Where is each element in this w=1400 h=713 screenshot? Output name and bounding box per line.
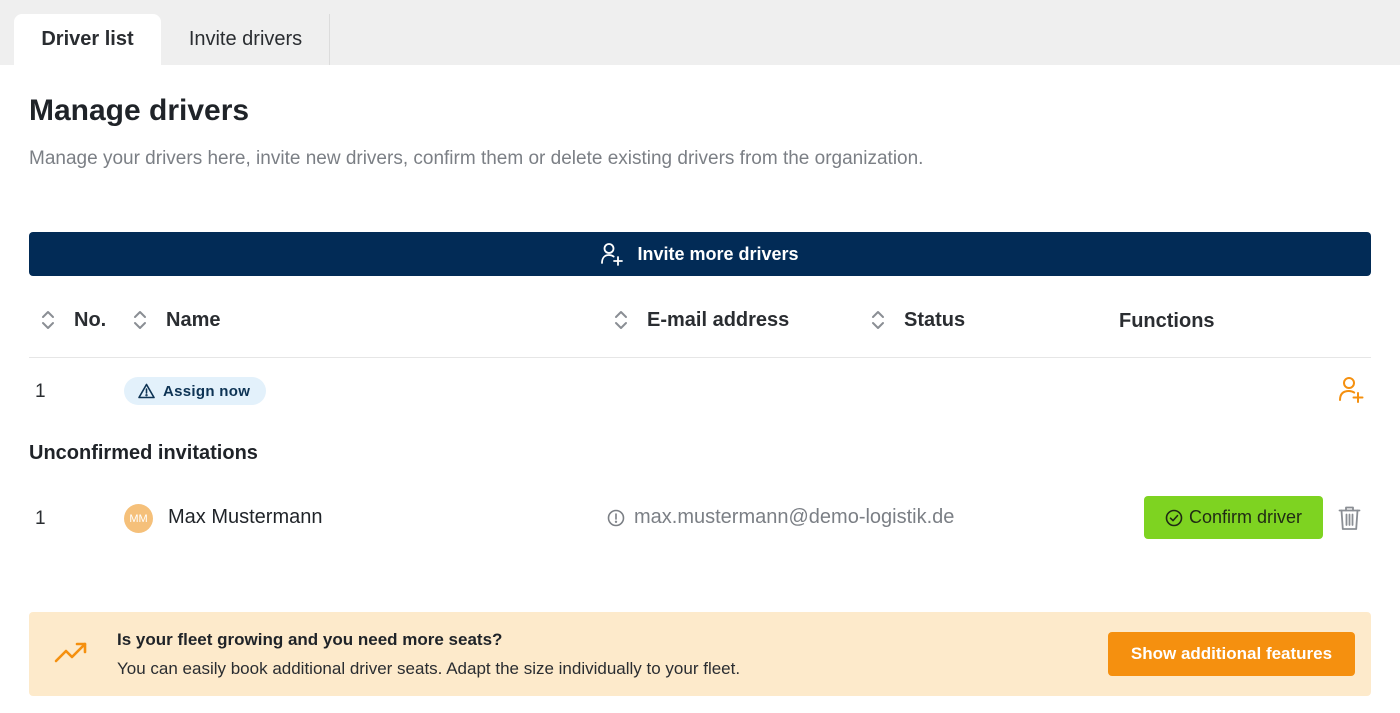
assign-now-badge[interactable]: Assign now <box>124 377 267 405</box>
column-header-functions: Functions <box>1119 310 1215 333</box>
delete-invitation-button[interactable] <box>1338 505 1361 531</box>
trash-icon <box>1338 506 1361 530</box>
upgrade-banner-text: You can easily book additional driver se… <box>117 659 741 678</box>
info-circle-icon <box>607 509 625 526</box>
page-title: Manage drivers <box>29 94 250 127</box>
unconfirmed-invitations-title: Unconfirmed invitations <box>29 442 258 464</box>
page-description: Manage your drivers here, invite new dri… <box>29 148 924 169</box>
tab-invite-drivers[interactable]: Invite drivers <box>162 14 330 65</box>
row-number: 1 <box>35 381 46 402</box>
upgrade-banner: Is your fleet growing and you need more … <box>29 612 1371 696</box>
check-circle-icon <box>1165 509 1183 526</box>
avatar: MM <box>124 504 153 533</box>
column-label-status: Status <box>904 308 966 331</box>
user-plus-icon <box>601 243 624 266</box>
tab-driver-list[interactable]: Driver list <box>14 14 161 65</box>
user-plus-icon <box>1339 377 1364 403</box>
table-header-divider <box>29 357 1371 358</box>
assign-now-label: Assign now <box>163 382 251 400</box>
column-label-no: No. <box>74 308 107 331</box>
column-label-name: Name <box>166 308 221 331</box>
column-header-email[interactable]: E-mail address <box>613 308 789 332</box>
sort-icon[interactable] <box>613 308 629 332</box>
column-header-status[interactable]: Status <box>870 308 965 332</box>
invite-more-drivers-label: Invite more drivers <box>637 243 799 264</box>
invitation-row-number: 1 <box>35 508 46 529</box>
column-label-functions: Functions <box>1119 310 1215 332</box>
warning-triangle-icon <box>138 383 155 399</box>
driver-email-text: max.mustermann@demo-logistik.de <box>634 506 955 528</box>
sort-icon[interactable] <box>132 308 148 332</box>
driver-email: max.mustermann@demo-logistik.de <box>607 506 954 529</box>
confirm-driver-button[interactable]: Confirm driver <box>1144 496 1323 539</box>
column-label-email: E-mail address <box>647 308 790 331</box>
column-header-no[interactable]: No. <box>40 308 106 332</box>
column-header-name[interactable]: Name <box>132 308 220 332</box>
upgrade-banner-title: Is your fleet growing and you need more … <box>117 630 503 649</box>
sort-icon[interactable] <box>40 308 56 332</box>
assign-driver-button[interactable] <box>1338 375 1364 403</box>
tab-bar: Driver list Invite drivers <box>0 0 1400 65</box>
trending-up-icon <box>54 642 87 663</box>
invite-more-drivers-button[interactable]: Invite more drivers <box>29 232 1371 276</box>
confirm-driver-label: Confirm driver <box>1188 507 1303 527</box>
sort-icon[interactable] <box>870 308 886 332</box>
driver-name: Max Mustermann <box>168 506 323 528</box>
show-additional-features-button[interactable]: Show additional features <box>1108 632 1355 676</box>
